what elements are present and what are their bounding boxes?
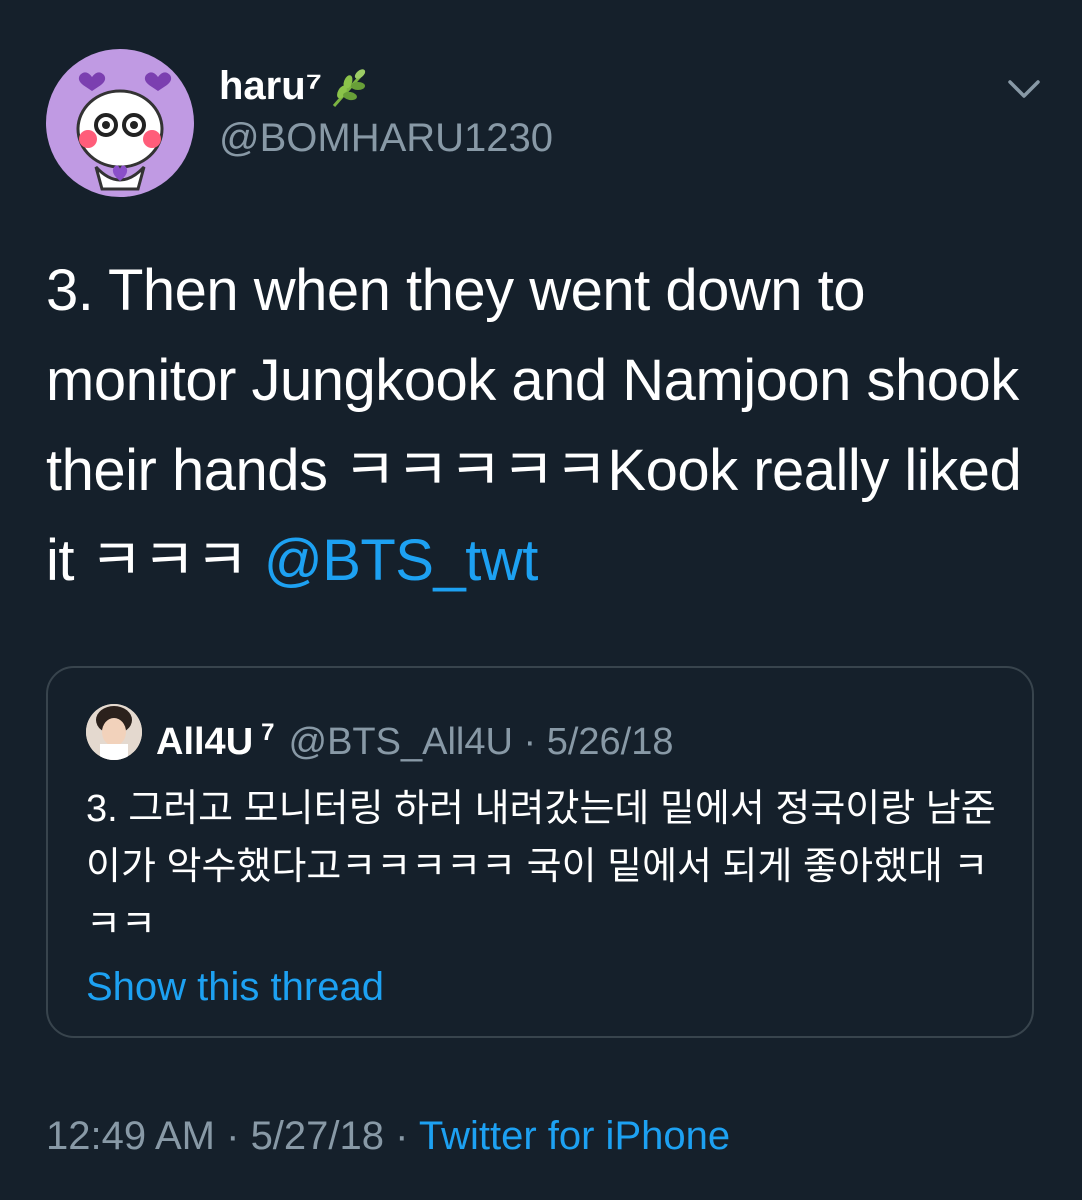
meta-separator-2: · — [384, 1114, 419, 1158]
quote-header: All4U 7 @BTS_All4U · 5/26/18 — [156, 708, 674, 767]
quote-separator: · — [512, 721, 547, 763]
person-photo-icon — [86, 704, 142, 760]
mention-link[interactable]: @BTS_twt — [264, 528, 539, 593]
quote-author-name: All4U — [156, 721, 254, 763]
cartoon-face-icon — [76, 72, 172, 191]
tweet-source-link[interactable]: Twitter for iPhone — [419, 1114, 730, 1158]
quote-name-superscript: 7 — [261, 719, 275, 746]
tweet-meta: 12:49 AM · 5/27/18 · Twitter for iPhone — [46, 1110, 730, 1162]
quote-author-handle: @BTS_All4U — [288, 721, 513, 763]
tweet-text: 3. Then when they went down to monitor J… — [46, 246, 1036, 606]
quote-body-text: 3. 그러고 모니터링 하러 내려갔는데 밑에서 정국이랑 남준이가 악수했다고… — [86, 788, 996, 946]
author-handle[interactable]: @BOMHARU1230 — [219, 114, 553, 162]
quoted-tweet-card[interactable]: All4U 7 @BTS_All4U · 5/26/18 3. 그러고 모니터링 하… — [46, 666, 1034, 1038]
display-name-text: haru⁷ — [219, 64, 323, 108]
show-thread-link[interactable]: Show this thread — [86, 962, 384, 1012]
meta-separator-1: · — [215, 1114, 251, 1158]
author-display-name[interactable]: haru⁷ — [219, 62, 372, 110]
chevron-down-icon[interactable] — [1004, 72, 1044, 106]
herb-emoji-icon — [328, 66, 372, 110]
tweet-time: 12:49 AM — [46, 1114, 216, 1158]
quote-date: 5/26/18 — [546, 721, 674, 763]
author-avatar[interactable] — [46, 49, 194, 197]
tweet-date: 5/27/18 — [250, 1114, 385, 1158]
quote-author-avatar — [86, 704, 142, 760]
